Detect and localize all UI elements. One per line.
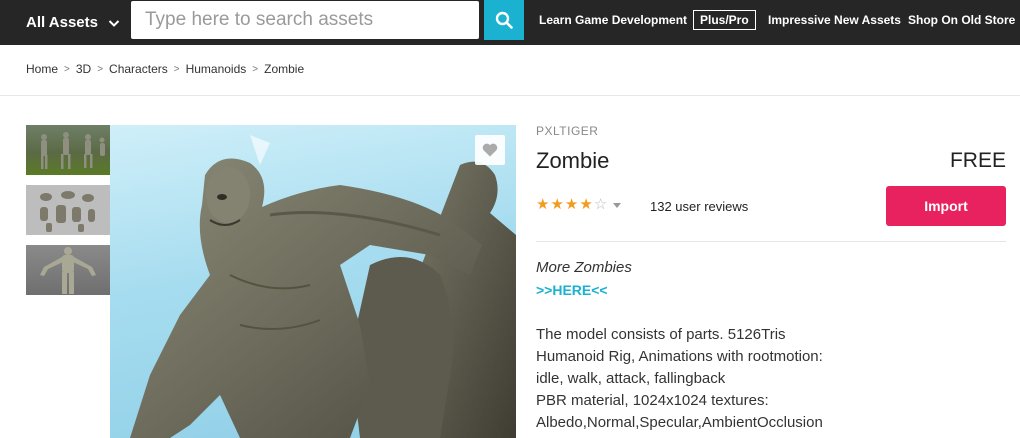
nav-shop-old-store[interactable]: Shop On Old Store: [908, 0, 1015, 40]
thumbnail-2[interactable]: [26, 185, 110, 235]
breadcrumb-zombie[interactable]: Zombie: [264, 62, 304, 76]
thumbnail-zombie-rig: [40, 247, 96, 294]
publisher-link[interactable]: PXLTIGER: [536, 124, 598, 138]
top-navigation-bar: All Assets Learn Game Development Plus/P…: [0, 0, 1020, 45]
breadcrumb-separator: >: [64, 63, 70, 75]
description-line: PBR material, 1024x1024 textures:: [536, 392, 769, 409]
nav-learn-game-development[interactable]: Learn Game Development: [539, 0, 687, 40]
star-icon: ★: [564, 196, 579, 213]
breadcrumb-humanoids[interactable]: Humanoids: [186, 62, 247, 76]
user-reviews-link[interactable]: 132 user reviews: [650, 199, 748, 214]
breadcrumb: Home > 3D > Characters > Humanoids > Zom…: [26, 62, 304, 76]
search-icon: [495, 11, 513, 29]
breadcrumb-separator: >: [97, 63, 104, 75]
product-title: Zombie: [536, 148, 610, 173]
nav-impressive-new-assets[interactable]: Impressive New Assets: [768, 0, 901, 40]
search-input[interactable]: [131, 1, 479, 39]
nav-plus-pro[interactable]: Plus/Pro: [693, 10, 756, 30]
thumbnail-zombie-figures: [41, 132, 105, 169]
header-divider: [0, 95, 1020, 96]
description-line: The model consists of parts. 5126Tris: [536, 326, 786, 343]
breadcrumb-3d[interactable]: 3D: [76, 62, 91, 76]
favorite-button[interactable]: [475, 135, 505, 165]
star-icon: ★: [536, 196, 550, 213]
search-button[interactable]: [484, 0, 524, 40]
rating-stars[interactable]: ★ ★ ★ ★ ☆: [536, 197, 622, 213]
chevron-down-icon: [108, 19, 120, 27]
description-line: idle, walk, attack, fallingback: [536, 370, 726, 387]
star-icon: ★: [550, 196, 564, 213]
zombie-illustration: [130, 135, 516, 438]
import-button[interactable]: Import: [886, 186, 1006, 226]
heart-icon: [482, 143, 498, 157]
star-icon: ★: [579, 196, 593, 213]
description-line: Albedo,Normal,Specular,AmbientOcclusion: [536, 414, 823, 431]
product-description: The model consists of parts. 5126Tris Hu…: [536, 324, 1006, 434]
breadcrumb-separator: >: [173, 63, 180, 75]
breadcrumb-characters[interactable]: Characters: [109, 62, 168, 76]
more-zombies-text: More Zombies: [536, 259, 632, 276]
caret-down-icon: [613, 203, 622, 208]
here-link[interactable]: >>HERE<<: [536, 282, 608, 298]
thumbnail-zombie-parts: [40, 191, 95, 232]
product-price: FREE: [949, 149, 1006, 172]
breadcrumb-separator: >: [252, 63, 259, 75]
details-divider: [536, 241, 1006, 242]
thumbnail-1[interactable]: [26, 125, 110, 175]
category-label: All Assets: [26, 14, 98, 31]
description-line: Humanoid Rig, Animations with rootmotion…: [536, 348, 823, 365]
star-outline-icon: ☆: [593, 196, 608, 213]
product-main-image[interactable]: [110, 125, 516, 438]
thumbnail-3[interactable]: [26, 245, 110, 295]
category-dropdown[interactable]: All Assets: [26, 0, 120, 45]
breadcrumb-home[interactable]: Home: [26, 62, 58, 76]
